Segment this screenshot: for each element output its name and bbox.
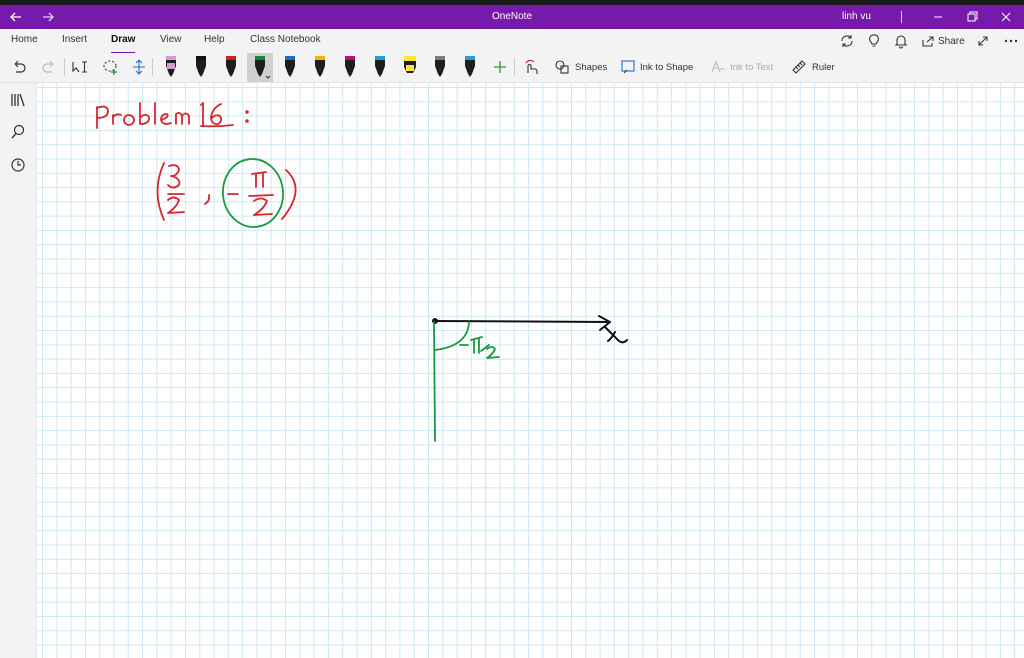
pen-magenta[interactable] bbox=[337, 53, 363, 82]
ink-to-shape-icon bbox=[621, 60, 635, 74]
tab-help[interactable]: Help bbox=[204, 34, 225, 50]
bell-icon[interactable] bbox=[893, 32, 909, 50]
left-sidebar bbox=[0, 83, 37, 658]
pen-blue[interactable] bbox=[277, 53, 303, 82]
sync-icon[interactable] bbox=[839, 32, 855, 50]
tab-view[interactable]: View bbox=[160, 34, 182, 50]
close-icon[interactable] bbox=[996, 5, 1016, 29]
share-button[interactable]: Share bbox=[921, 32, 965, 50]
share-label: Share bbox=[938, 35, 965, 47]
recent-icon[interactable] bbox=[9, 156, 27, 174]
ink-to-text-icon bbox=[711, 60, 725, 73]
notebooks-icon[interactable] bbox=[9, 91, 27, 109]
search-icon[interactable] bbox=[9, 123, 27, 141]
ruler-icon bbox=[792, 60, 806, 74]
pen-green-selected[interactable] bbox=[247, 53, 273, 82]
draw-toolbar: Shapes Ink to Shape Ink to Text Ruler bbox=[0, 53, 1024, 83]
ink-to-shape-label: Ink to Shape bbox=[640, 61, 694, 73]
tab-insert[interactable]: Insert bbox=[62, 34, 87, 50]
lightbulb-icon[interactable] bbox=[866, 32, 882, 50]
ink-problem-16-heading bbox=[96, 102, 249, 129]
more-options-icon[interactable] bbox=[1003, 32, 1019, 50]
pen-gray[interactable] bbox=[427, 53, 453, 82]
tab-class-notebook[interactable]: Class Notebook bbox=[250, 34, 321, 50]
minimize-icon[interactable] bbox=[928, 5, 948, 29]
share-icon bbox=[922, 36, 934, 47]
pen-lavender[interactable] bbox=[158, 53, 184, 82]
note-canvas[interactable] bbox=[37, 83, 1024, 658]
ink-green-circle bbox=[222, 158, 284, 228]
pen-cyan[interactable] bbox=[367, 53, 393, 82]
shapes-button[interactable]: Shapes bbox=[553, 56, 607, 78]
pen-light-blue[interactable] bbox=[457, 53, 483, 82]
user-name[interactable]: linh vu bbox=[842, 5, 871, 29]
toolbar-divider bbox=[152, 56, 153, 78]
ink-to-text-label: Ink to Text bbox=[730, 61, 774, 73]
pen-black[interactable] bbox=[188, 53, 214, 82]
type-select-icon[interactable] bbox=[70, 56, 90, 78]
pen-gold[interactable] bbox=[307, 53, 333, 82]
add-pen-icon[interactable] bbox=[491, 56, 509, 78]
add-space-icon[interactable] bbox=[130, 56, 148, 78]
toolbar-divider bbox=[514, 56, 515, 78]
tab-home[interactable]: Home bbox=[11, 34, 38, 50]
title-bar: OneNote linh vu bbox=[0, 5, 1024, 29]
shapes-label: Shapes bbox=[575, 61, 608, 73]
lasso-select-icon[interactable] bbox=[101, 56, 119, 78]
redo-icon[interactable] bbox=[40, 56, 58, 78]
toolbar-divider bbox=[64, 56, 65, 78]
tab-draw[interactable]: Draw bbox=[111, 34, 136, 54]
restore-icon[interactable] bbox=[962, 5, 982, 29]
pen-red[interactable] bbox=[218, 53, 244, 82]
ruler-label: Ruler bbox=[812, 61, 835, 73]
shapes-icon bbox=[555, 60, 569, 74]
titlebar-separator bbox=[901, 11, 902, 23]
ruler-button[interactable]: Ruler bbox=[790, 56, 835, 78]
highlighter-yellow[interactable] bbox=[397, 53, 423, 82]
ink-to-text-button[interactable]: Ink to Text bbox=[709, 56, 773, 78]
expand-icon[interactable] bbox=[976, 32, 990, 50]
ink-to-shape-button[interactable]: Ink to Shape bbox=[619, 56, 693, 78]
touch-draw-icon[interactable] bbox=[522, 56, 540, 78]
ink-layer bbox=[96, 102, 628, 442]
ink-angle-annotation bbox=[433, 321, 500, 442]
ribbon-tabs: Home Insert Draw View Help Class Noteboo… bbox=[0, 29, 1024, 54]
undo-icon[interactable] bbox=[10, 56, 28, 78]
